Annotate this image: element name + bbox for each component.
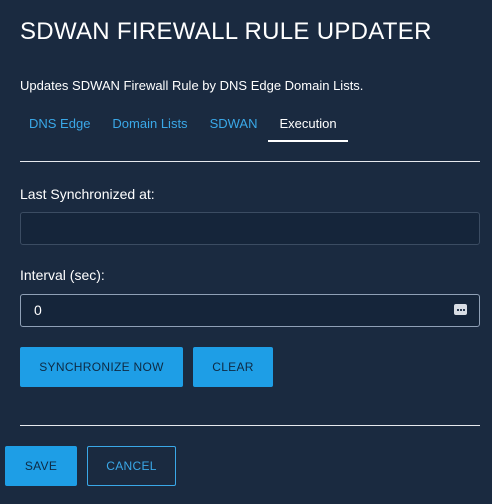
tab-sdwan[interactable]: SDWAN (199, 108, 269, 142)
last-sync-field[interactable] (20, 212, 480, 245)
save-button[interactable]: SAVE (5, 446, 77, 486)
footer-divider (20, 425, 480, 426)
tabs-divider (20, 161, 480, 162)
page-title: SDWAN FIREWALL RULE UPDATER (20, 18, 432, 45)
interval-label: Interval (sec): (20, 267, 105, 283)
updater-page: SDWAN FIREWALL RULE UPDATER Updates SDWA… (0, 0, 492, 504)
last-sync-label: Last Synchronized at: (20, 186, 155, 202)
interval-input[interactable]: 0 (20, 294, 480, 327)
tab-dns-edge[interactable]: DNS Edge (18, 108, 101, 142)
cancel-button[interactable]: CANCEL (87, 446, 176, 486)
tab-execution[interactable]: Execution (268, 108, 348, 142)
page-subtitle: Updates SDWAN Firewall Rule by DNS Edge … (20, 78, 364, 93)
clear-button[interactable]: CLEAR (193, 347, 273, 387)
interval-value: 0 (34, 302, 42, 318)
synchronize-now-button[interactable]: SYNCHRONIZE NOW (20, 347, 183, 387)
spinner-icon[interactable] (454, 304, 467, 315)
tab-domain-lists[interactable]: Domain Lists (101, 108, 198, 142)
tab-bar: DNS Edge Domain Lists SDWAN Execution (18, 108, 348, 142)
